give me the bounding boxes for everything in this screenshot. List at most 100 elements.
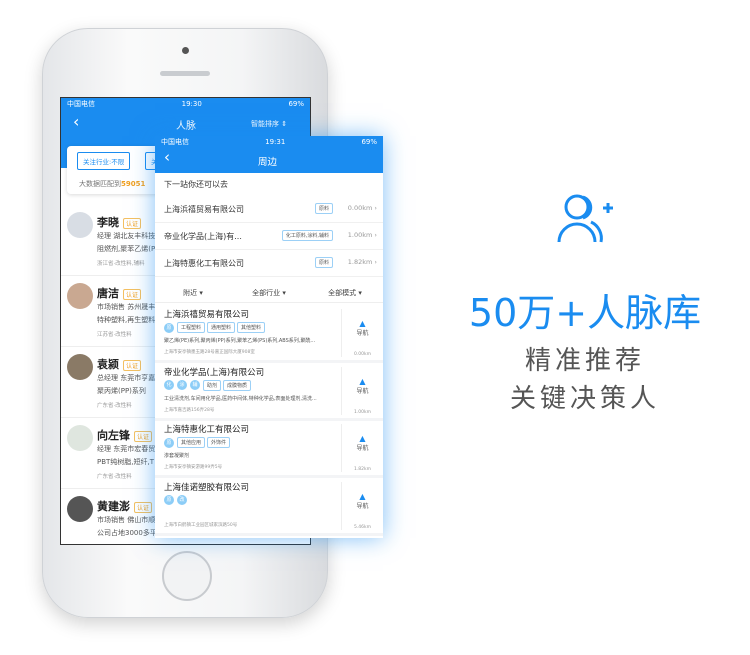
contact-name: 黄建澎 — [97, 500, 130, 513]
navigate-button[interactable]: ▲ 导航 1.00km — [341, 366, 383, 415]
industry-tag: 助剂 — [203, 379, 222, 391]
contact-title: 市场销售 佛山市顺 — [97, 516, 156, 524]
company-name: 帝业化学品(上海)有限公司 — [164, 367, 265, 378]
type-icon: 原 — [164, 437, 174, 448]
contact-title: 市场销售 苏州晟丰 — [97, 303, 156, 311]
nearby-screen: 中国电信 19:31 69% ‹ 周边 下一站你还可以去 上海浜禧贸易有限公司 原料 0… — [155, 136, 383, 538]
filter-dropdown[interactable]: 全部行业 ▾ — [231, 283, 307, 302]
carrier: 中国电信 — [67, 100, 95, 108]
navigation-arrow-icon: ▲ — [359, 434, 366, 443]
company-name: 上海佳诺塑胶有限公司 — [164, 482, 250, 493]
address: 上海市白鹤镇工业园区城家滨路50号 — [164, 522, 238, 528]
filter-bar: 附近 ▾ 全部行业 ▾ 全部模式 ▾ — [155, 283, 383, 303]
verified-badge: 认证 — [134, 501, 153, 513]
company-name: 帝业化学品(上海)有... — [164, 232, 242, 241]
verified-badge: 认证 — [123, 288, 142, 300]
contact-title: 总经理 东莞市亨嘉 — [97, 374, 156, 382]
category-tag: 原料 — [314, 203, 333, 214]
industry-filter[interactable]: 关注行业:不限 — [77, 152, 131, 170]
distance: 5.46km — [353, 524, 371, 530]
contact-title: 经理 东莞市宏春贸 — [97, 445, 156, 453]
suggestion-item[interactable]: 上海浜禧贸易有限公司 原料 0.00km › — [155, 196, 383, 223]
navigation-arrow-icon: ▲ — [359, 491, 366, 501]
add-user-icon — [440, 192, 730, 248]
navigation-arrow-icon: ▲ — [359, 319, 366, 328]
avatar — [67, 283, 93, 309]
navigate-button[interactable]: ▲ 导航 5.46km — [341, 481, 383, 530]
address: 上海市安亭镇墨玉路28号嘉正国际大厦908室 — [164, 350, 255, 355]
battery: 69% — [288, 100, 304, 108]
verified-badge: 认证 — [123, 217, 142, 229]
filter-dropdown[interactable]: 全部模式 ▾ — [307, 283, 383, 302]
address: 上海市嘉吉路156弄28号 — [164, 407, 215, 413]
contact-name: 袁颍 — [97, 358, 119, 371]
company-card[interactable]: 上海佳诺塑胶有限公司原改上海市白鹤镇工业园区城家滨路50号 ▲ 导航 5.46km — [155, 478, 383, 536]
company-card[interactable]: 上海浜禧贸易有限公司原工程塑料 通用塑料 其他塑料聚乙烯(PE)系列,聚丙烯(PP)… — [155, 305, 383, 363]
tagline-2: 关键决策人 — [509, 384, 660, 414]
type-icon: 改 — [177, 494, 187, 505]
tagline-1: 精准推荐 — [524, 346, 645, 376]
industry-tag: 其他塑料 — [237, 322, 266, 333]
type-icon: 涂 — [177, 380, 187, 390]
contact-products: 特种塑料,再生塑料 — [97, 316, 156, 324]
navigation-arrow-icon: ▲ — [359, 376, 366, 386]
products: 渗套凝聚剂 — [164, 453, 190, 459]
navigate-button[interactable]: ▲ 导航 0.00km — [341, 309, 383, 357]
suggestion-item[interactable]: 帝业化学品(上海)有... 化工原料,涂料,辅料 1.00km › — [155, 223, 383, 250]
category-tag: 化工原料,涂料,辅料 — [281, 230, 333, 241]
distance: 1.82km — [353, 467, 371, 472]
contact-meta: 江苏省·改性料 — [97, 332, 132, 338]
home-button — [162, 551, 212, 601]
match-text: 大数据匹配到59051 — [79, 180, 146, 188]
verified-badge: 认证 — [134, 430, 153, 442]
industry-tag: 通用塑料 — [207, 322, 236, 333]
products: 聚乙烯(PE)系列,聚丙烯(PP)系列,聚苯乙烯(PS)系列,ABS系列,聚酰.… — [164, 338, 316, 344]
avatar — [67, 425, 93, 451]
address: 上海市安亭镇安游路99弄5号 — [164, 465, 223, 470]
section-title: 下一站你还可以去 — [164, 180, 228, 189]
industry-tag: 外饰件 — [207, 437, 231, 448]
distance: 0.00km › — [347, 204, 377, 212]
industry-tag: 工程塑料 — [177, 322, 206, 333]
time: 19:31 — [265, 138, 286, 146]
headline: 50万+人脉库 — [468, 291, 702, 335]
back-icon[interactable]: ‹ — [164, 148, 170, 166]
type-icon: 原 — [164, 322, 174, 333]
distance: 1.00km — [353, 409, 371, 415]
contact-meta: 浙江省·改性料,辅料 — [97, 261, 145, 267]
contact-products: 阻燃剂,聚苯乙烯(P — [97, 245, 156, 253]
carrier: 中国电信 — [161, 138, 189, 146]
speaker — [160, 71, 210, 76]
company-name: 上海特惠化工有限公司 — [164, 259, 244, 268]
verified-badge: 认证 — [123, 359, 142, 371]
distance: 1.00km › — [347, 231, 377, 239]
contact-products: 聚丙烯(PP)系列 — [97, 387, 146, 395]
contact-products: 公司占地3000多平 — [97, 529, 157, 537]
company-name: 上海特惠化工有限公司 — [164, 425, 250, 435]
contact-meta: 广东省·改性料 — [97, 474, 132, 480]
contact-name: 唐洁 — [97, 287, 119, 300]
suggestion-item[interactable]: 上海特惠化工有限公司 原料 1.82km › — [155, 250, 383, 277]
company-card[interactable]: 上海特惠化工有限公司原其他应用 外饰件 渗套凝聚剂 上海市安亭镇安游路99弄5号 ▲ 导航… — [155, 420, 383, 478]
back-icon[interactable]: ‹ — [73, 112, 79, 131]
industry-tag: 成膜物质 — [223, 379, 252, 391]
type-icon: 辅 — [190, 380, 200, 390]
company-name: 上海浜禧贸易有限公司 — [164, 205, 244, 214]
camera — [182, 47, 189, 54]
avatar — [67, 496, 93, 522]
category-tag: 原料 — [314, 257, 333, 268]
battery: 69% — [361, 138, 377, 146]
sort-button[interactable]: 智能排序 ⇕ — [251, 119, 287, 129]
contact-name: 李晓 — [97, 216, 119, 229]
contact-title: 经理 湖北友丰科技 — [97, 232, 156, 240]
filter-dropdown[interactable]: 附近 ▾ — [155, 283, 231, 302]
type-icon: 化 — [164, 380, 174, 390]
time: 19:30 — [181, 100, 202, 108]
company-name: 上海浜禧贸易有限公司 — [164, 310, 250, 320]
company-card[interactable]: 帝业化学品(上海)有限公司化涂辅助剂 成膜物质 工业清洗剂,车间用化学品,医药中间体… — [155, 363, 383, 421]
type-icon: 原 — [164, 494, 174, 505]
navigate-button[interactable]: ▲ 导航 1.82km — [341, 424, 383, 472]
avatar — [67, 354, 93, 380]
page-title: 周边 — [258, 157, 278, 168]
distance: 0.00km — [353, 352, 371, 357]
